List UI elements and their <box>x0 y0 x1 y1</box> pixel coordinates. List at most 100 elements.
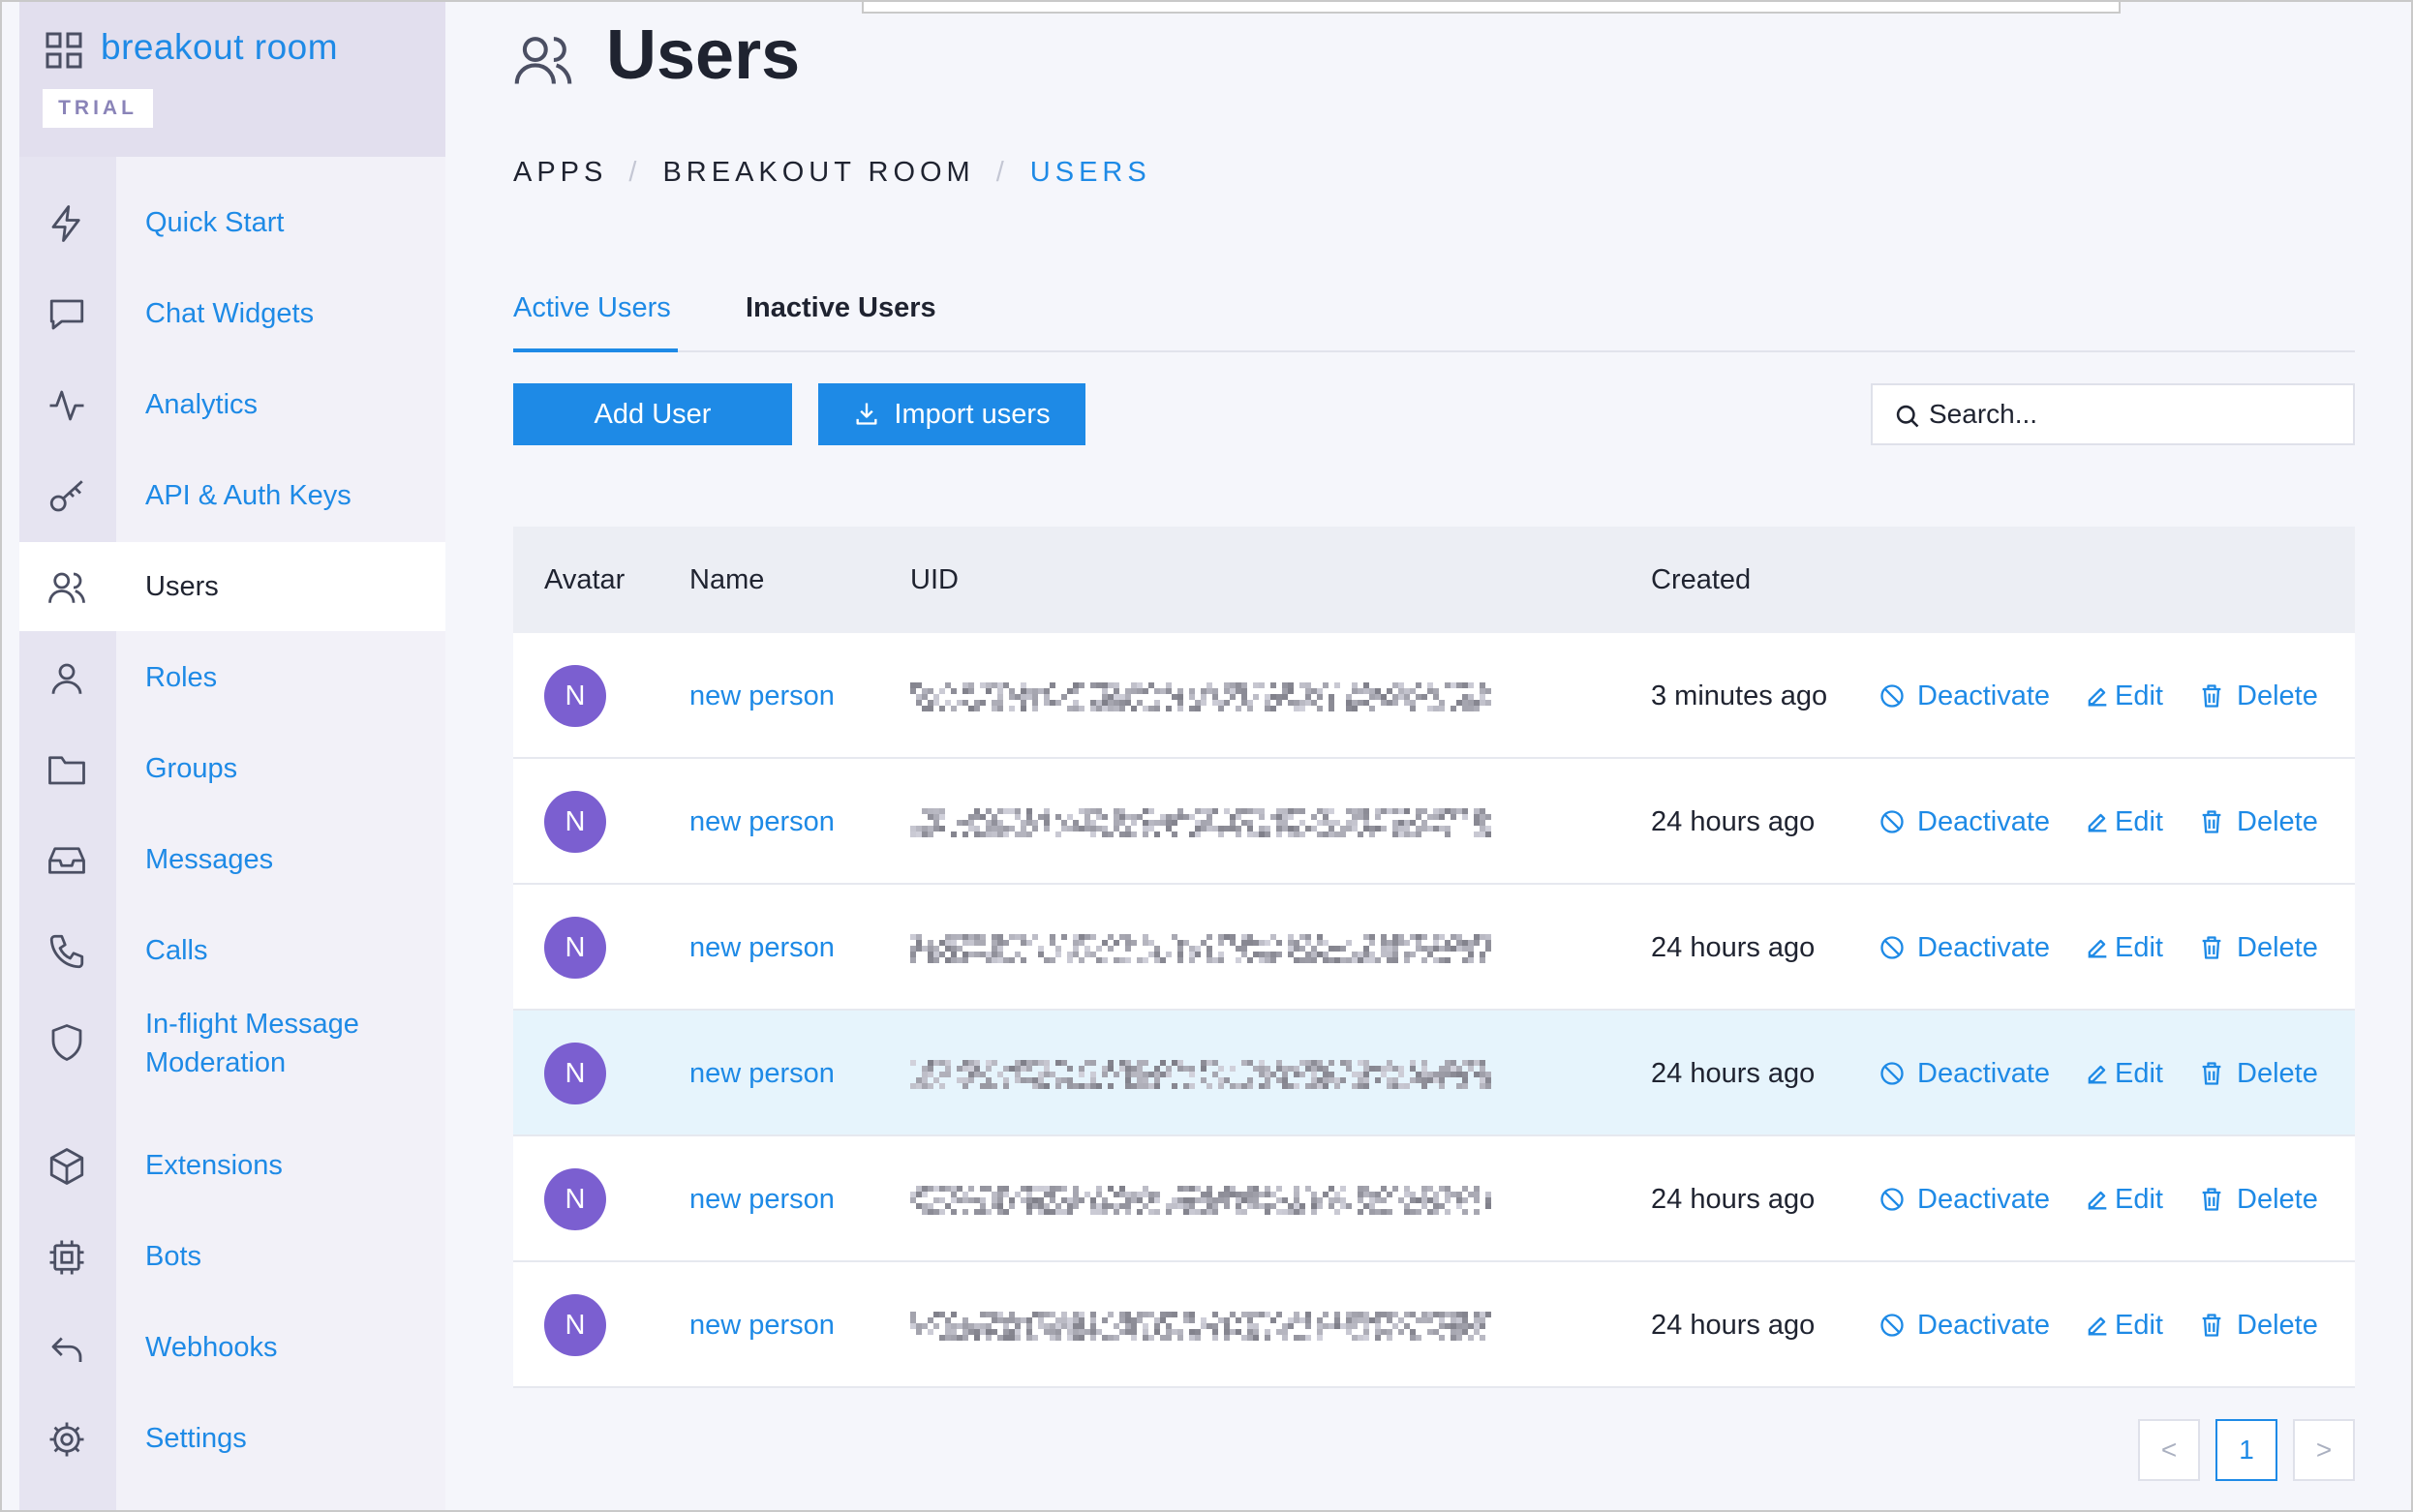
pagination-prev-button[interactable]: < <box>2138 1419 2200 1481</box>
breadcrumb-current: USERS <box>1029 157 1151 188</box>
user-name-link[interactable]: new person <box>689 1262 835 1388</box>
chat-bubble-icon <box>49 299 84 330</box>
tab-active-users[interactable]: Active Users <box>513 292 678 352</box>
deactivate-button[interactable]: Deactivate <box>1878 1262 2050 1388</box>
import-users-button[interactable]: Import users <box>818 383 1085 445</box>
app-window: breakout room TRIAL Quick Start Chat Wid… <box>0 0 2413 1512</box>
delete-label: Delete <box>2237 932 2318 963</box>
table-row[interactable]: Nnew person 24 hours ago Deactivate Edit Del… <box>513 1262 2355 1388</box>
edit-button[interactable]: Edit <box>2084 759 2163 885</box>
edit-button[interactable]: Edit <box>2084 1136 2163 1262</box>
gear-icon <box>49 1422 84 1457</box>
user-name-link[interactable]: new person <box>689 633 835 759</box>
delete-button[interactable]: Delete <box>2198 759 2318 885</box>
avatar: N <box>544 1294 606 1356</box>
trash-icon <box>2202 1062 2221 1085</box>
user-name-link[interactable]: new person <box>689 759 835 885</box>
grid-icon <box>46 32 82 69</box>
deactivate-label: Deactivate <box>1917 1310 2051 1341</box>
column-header-created: Created <box>1651 564 1752 595</box>
pencil-icon <box>2088 1191 2107 1210</box>
sidebar-item-label: Bots <box>145 1241 202 1272</box>
activity-icon <box>49 390 84 421</box>
search-box <box>1871 383 2355 445</box>
table-row[interactable]: Nnew person 24 hours ago Deactivate Edit Del… <box>513 1011 2355 1136</box>
deactivate-label: Deactivate <box>1917 806 2051 837</box>
delete-button[interactable]: Delete <box>2198 633 2318 759</box>
deactivate-label: Deactivate <box>1917 1184 2051 1215</box>
uid-redacted <box>910 934 1491 963</box>
table-row[interactable]: Nnew person 24 hours ago Deactivate Edit Del… <box>513 759 2355 885</box>
created-time: 24 hours ago <box>1651 1058 1816 1089</box>
delete-button[interactable]: Delete <box>2198 1011 2318 1136</box>
tab-inactive-users[interactable]: Inactive Users <box>746 292 936 352</box>
top-notification-strip <box>862 2 2121 14</box>
delete-button[interactable]: Delete <box>2198 1136 2318 1262</box>
column-header-avatar: Avatar <box>544 564 626 595</box>
user-name-link[interactable]: new person <box>689 885 835 1011</box>
cpu-icon <box>49 1240 84 1275</box>
trash-icon <box>2202 810 2221 833</box>
sidebar-item-quick-start[interactable]: Quick Start <box>19 178 445 267</box>
sidebar-item-label: Webhooks <box>145 1332 278 1363</box>
sidebar-item-settings[interactable]: Settings <box>19 1394 445 1483</box>
created-time: 3 minutes ago <box>1651 680 1828 711</box>
delete-label: Delete <box>2237 1058 2318 1089</box>
deactivate-button[interactable]: Deactivate <box>1878 759 2050 885</box>
table-row[interactable]: Nnew person 24 hours ago Deactivate Edit Del… <box>513 885 2355 1011</box>
sidebar-item-chat-widgets[interactable]: Chat Widgets <box>19 269 445 358</box>
search-input[interactable] <box>1929 385 2336 443</box>
edit-label: Edit <box>2115 806 2163 837</box>
delete-button[interactable]: Delete <box>2198 885 2318 1011</box>
users-icon <box>48 572 85 603</box>
inbox-icon <box>48 847 85 874</box>
pagination-page-button[interactable]: 1 <box>2215 1419 2277 1481</box>
add-user-button[interactable]: Add User <box>513 383 792 445</box>
table-row[interactable]: Nnew person 24 hours ago Deactivate Edit Del… <box>513 1136 2355 1262</box>
deactivate-button[interactable]: Deactivate <box>1878 1136 2050 1262</box>
edit-button[interactable]: Edit <box>2084 633 2163 759</box>
sidebar-item-label: Extensions <box>145 1150 283 1181</box>
delete-button[interactable]: Delete <box>2198 1262 2318 1388</box>
sidebar-item-api-auth-keys[interactable]: API & Auth Keys <box>19 451 445 540</box>
user-name-link[interactable]: new person <box>689 1011 835 1136</box>
search-icon <box>1896 405 1919 428</box>
edit-button[interactable]: Edit <box>2084 1011 2163 1136</box>
sidebar-item-webhooks[interactable]: Webhooks <box>19 1303 445 1392</box>
sidebar-item-calls[interactable]: Calls <box>19 906 445 995</box>
breadcrumb-app[interactable]: BREAKOUT ROOM <box>662 157 974 188</box>
uid-redacted <box>910 1186 1491 1215</box>
uid-redacted <box>910 682 1491 711</box>
deactivate-button[interactable]: Deactivate <box>1878 633 2050 759</box>
sidebar-item-users[interactable]: Users <box>19 542 445 631</box>
breadcrumb-apps[interactable]: APPS <box>513 157 607 188</box>
sidebar-item-bots[interactable]: Bots <box>19 1212 445 1301</box>
user-name-link[interactable]: new person <box>689 1136 835 1262</box>
table-row[interactable]: Nnew person 3 minutes ago Deactivate Edit De… <box>513 633 2355 759</box>
breadcrumb-separator: / <box>628 157 642 188</box>
sidebar-item-roles[interactable]: Roles <box>19 633 445 722</box>
sidebar-item-label: Quick Start <box>145 207 285 238</box>
edit-button[interactable]: Edit <box>2084 1262 2163 1388</box>
ban-icon <box>1880 936 1904 959</box>
sidebar-item-messages[interactable]: Messages <box>19 815 445 904</box>
sidebar-item-groups[interactable]: Groups <box>19 724 445 813</box>
deactivate-button[interactable]: Deactivate <box>1878 1011 2050 1136</box>
pagination-next-button[interactable]: > <box>2293 1419 2355 1481</box>
sidebar-item-label: Analytics <box>145 389 259 420</box>
ban-icon <box>1880 810 1904 833</box>
uid-redacted <box>910 808 1491 837</box>
sidebar-item-extensions[interactable]: Extensions <box>19 1121 445 1210</box>
import-users-label: Import users <box>894 399 1051 430</box>
created-time: 24 hours ago <box>1651 806 1816 837</box>
ban-icon <box>1880 1062 1904 1085</box>
edit-label: Edit <box>2115 1310 2163 1341</box>
table-header: Avatar Name UID Created <box>513 527 2355 633</box>
edit-button[interactable]: Edit <box>2084 885 2163 1011</box>
phone-icon <box>49 934 84 969</box>
sidebar-item-analytics[interactable]: Analytics <box>19 360 445 449</box>
column-header-name: Name <box>689 564 765 595</box>
deactivate-button[interactable]: Deactivate <box>1878 885 2050 1011</box>
sidebar-item-moderation[interactable]: In-flight Message Moderation <box>19 997 445 1105</box>
app-name[interactable]: breakout room <box>101 27 338 68</box>
